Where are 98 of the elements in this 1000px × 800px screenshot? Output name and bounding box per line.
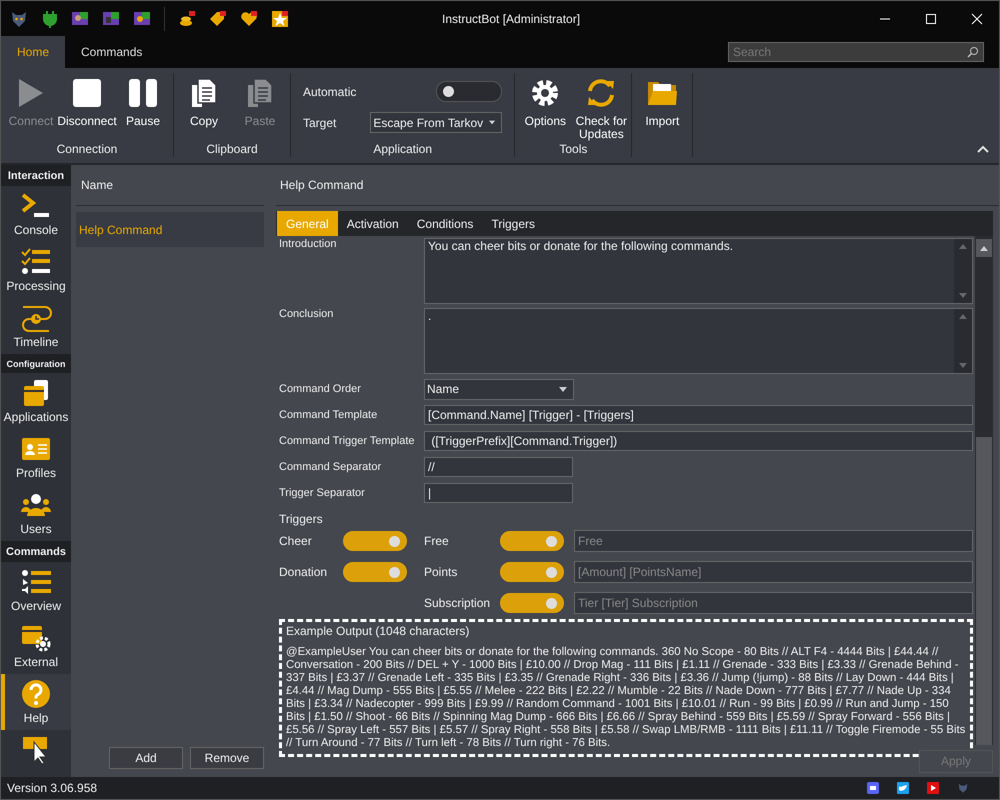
- sidebar-item[interactable]: Processing: [1, 242, 71, 298]
- target-label: Target: [303, 116, 338, 130]
- pause-icon: [127, 77, 159, 109]
- text-field[interactable]: ([TriggerPrefix][Command.Trigger]): [424, 431, 973, 451]
- conclusion-field[interactable]: .: [424, 308, 973, 374]
- profile-badge-icon[interactable]: [133, 10, 151, 28]
- trigger-toggle[interactable]: [500, 593, 564, 613]
- command-order-label: Command Order: [279, 383, 362, 395]
- search-field[interactable]: Search: [728, 42, 984, 62]
- trigger-label: Donation: [279, 565, 328, 579]
- sidebar-item[interactable]: Users: [1, 485, 71, 541]
- trigger-toggle[interactable]: [343, 531, 407, 551]
- trigger-text-field[interactable]: Tier [Tier] Subscription: [574, 592, 973, 614]
- tab[interactable]: Conditions: [408, 211, 482, 236]
- play-button-icon[interactable]: [927, 782, 939, 794]
- profile-badge-icon[interactable]: [71, 10, 89, 28]
- collapse-ribbon-icon[interactable]: [977, 145, 989, 153]
- tab[interactable]: Triggers: [482, 211, 544, 236]
- ribbon-button[interactable]: Check for Updates: [575, 73, 628, 141]
- automatic-toggle[interactable]: [436, 81, 502, 102]
- sidebar-section-heading: Configuration: [1, 354, 71, 373]
- ribbon-button[interactable]: Import: [636, 73, 688, 157]
- panel-title: Help Command: [276, 165, 999, 206]
- scroll-down-icon[interactable]: [959, 293, 967, 298]
- section-label: Triggers: [279, 512, 324, 526]
- sidebar-section-heading: Interaction: [1, 165, 71, 186]
- text-field[interactable]: //: [424, 457, 573, 477]
- field-label: Command Template: [279, 409, 378, 421]
- version-label: Version 3.06.958: [7, 781, 98, 795]
- scrollbar[interactable]: [975, 236, 993, 745]
- sidebar-item[interactable]: Applications: [1, 373, 71, 429]
- trigger-label: Points: [424, 565, 458, 579]
- trigger-toggle[interactable]: [500, 531, 564, 551]
- ribbon-tab[interactable]: Commands: [65, 36, 158, 68]
- tag-icon[interactable]: [209, 10, 227, 28]
- sidebar-item[interactable]: Timeline: [1, 298, 71, 354]
- bird-icon[interactable]: [897, 782, 909, 794]
- example-output-title: Example Output (1048 characters): [286, 624, 470, 638]
- window-gear-icon: [20, 623, 52, 653]
- ribbon-group-label: Clipboard: [205, 141, 259, 157]
- plug-icon[interactable]: [42, 10, 58, 28]
- example-output-text: @ExampleUser You can cheer bits or donate for the following commands. 360 No Scope - 80 Bits // ALT F4 - 4444 Bits | £44.44 // Conversation - 200 Bits // DEL + Y - 1000 Bits | £10.00 // Drop Mag - 111 Bits | £1.11 // Grenade - 333 Bits | £3.33 // Grenade Behind - 337 Bits | £3.37 // Grenade Left - 335 Bits | £3.35 // Grenade Right - 336 Bits | £3.36 // Jump (!jump) - 88 Bits // Lay Down - 444 Bits | £4.44 // Mag Dump - 555 Bits | £5.55 // Melee - 222 Bits | £2.22 // Mumble - 22 Bits // Nade Down - 777 Bits | £7.77 // Nade Up - 334 Bits | £3.34 // Nadecopter - 999 Bits | £9.99 // Random Command - 1001 Bits | £10.01 // Run - 99 Bits | £0.99 // Run and Jump - 150 Bits | £1.50 // Shoot - 66 Bits // Spinning Mag Dump - 666 Bits | £6.66 // Spray Behind - 559 Bits | £5.59 // Spray Forward - 556 Bits | £5.56 // Spray Left - 557 Bits | £5.57 // Spray Right - 558 Bits | £5.58 // Swap LMB/RMB - 1111 Bits | £11.11 // Toggle Firemode - 55 Bits // Turn Around - 77 Bits // Turn left - 78 Bits // Turn right - 76 Bits.: [286, 646, 966, 750]
- trigger-text-field[interactable]: [Amount] [PointsName]: [574, 561, 973, 583]
- help-icon: [20, 679, 52, 709]
- ribbon-group-label: Application: [372, 141, 434, 157]
- trigger-label: Subscription: [424, 596, 492, 610]
- command-order-dropdown[interactable]: Name: [424, 378, 574, 400]
- sidebar-item[interactable]: Profiles: [1, 429, 71, 485]
- conclusion-label: Conclusion: [279, 308, 334, 320]
- field-label: Command Trigger Template: [279, 435, 416, 447]
- coins-icon[interactable]: [178, 10, 196, 28]
- trigger-label: Cheer: [279, 534, 313, 548]
- window-title: InstructBot [Administrator]: [441, 12, 582, 26]
- dropdown-arrow-icon: [559, 386, 567, 392]
- ribbon-button[interactable]: Options: [519, 73, 572, 141]
- heart-icon[interactable]: [240, 10, 258, 28]
- sidebar-section-heading: Commands: [1, 541, 71, 562]
- ribbon-button[interactable]: Pause: [117, 73, 169, 141]
- trigger-toggle[interactable]: [343, 562, 407, 582]
- ribbon-group-label: Connection: [56, 141, 118, 157]
- text-field[interactable]: [Command.Name] [Trigger] - [Triggers]: [424, 405, 973, 425]
- target-dropdown[interactable]: Escape From Tarkov: [370, 112, 502, 133]
- automatic-label: Automatic: [303, 84, 356, 98]
- ribbon-button[interactable]: Copy: [178, 73, 230, 141]
- trigger-toggle[interactable]: [500, 562, 564, 582]
- introduction-field[interactable]: You can cheer bits or donate for the following commands.: [424, 238, 973, 304]
- introduction-label: Introduction: [279, 238, 338, 250]
- profile-badge-icon[interactable]: [102, 10, 120, 28]
- trigger-label: Free: [424, 534, 450, 548]
- star-icon[interactable]: [271, 10, 289, 28]
- tab[interactable]: Activation: [338, 211, 408, 236]
- ribbon-tab[interactable]: Home: [1, 36, 66, 68]
- maximize-icon[interactable]: [925, 12, 937, 24]
- sidebar-item[interactable]: Console: [1, 186, 71, 242]
- chat-bubble-icon[interactable]: [867, 782, 879, 794]
- ribbon-group-label: Tools: [558, 141, 588, 157]
- scroll-up-icon[interactable]: [980, 246, 988, 250]
- timeline-icon: [20, 303, 52, 333]
- field-label: Command Separator: [279, 461, 382, 473]
- checklist-icon: [20, 247, 52, 277]
- scroll-down-icon[interactable]: [959, 363, 967, 368]
- column-header: Name: [76, 165, 264, 206]
- search-icon[interactable]: [967, 46, 979, 58]
- list-button[interactable]: Remove: [190, 747, 264, 769]
- sidebar-item[interactable]: Help: [1, 674, 71, 730]
- dropdown-arrow-icon: [489, 120, 496, 125]
- sidebar-item[interactable]: Overview: [1, 562, 71, 618]
- list-button[interactable]: Add: [109, 747, 183, 769]
- close-icon[interactable]: [971, 12, 983, 24]
- list-item[interactable]: Help Command: [76, 212, 264, 247]
- field-label: Trigger Separator: [279, 487, 366, 499]
- text-field[interactable]: |: [424, 483, 573, 503]
- trigger-text-field[interactable]: Free: [574, 530, 973, 552]
- search-input[interactable]: Search: [729, 45, 967, 59]
- scroll-up-icon[interactable]: [959, 314, 967, 319]
- scroll-up-icon[interactable]: [959, 244, 967, 249]
- sidebar-item[interactable]: External: [1, 618, 71, 674]
- stop-icon: [71, 77, 103, 109]
